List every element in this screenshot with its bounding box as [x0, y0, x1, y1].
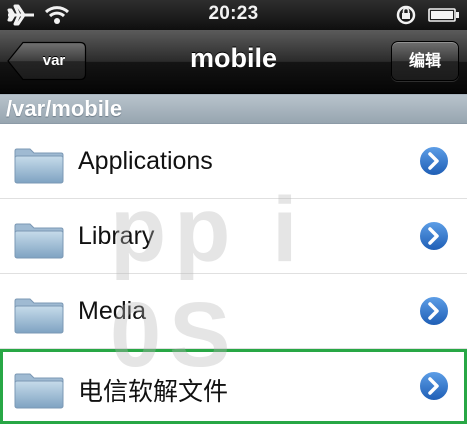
list-item[interactable]: Media	[0, 274, 467, 349]
list-item-label: 电信软解文件	[78, 378, 229, 406]
path-header: /var/mobile	[0, 94, 467, 124]
navigation-bar: var mobile 编辑	[0, 30, 467, 94]
status-bar: 20:23	[0, 0, 467, 30]
rotation-lock-icon	[395, 4, 419, 31]
list-item-highlighted[interactable]: 电信软解文件	[0, 349, 467, 424]
folder-icon	[14, 221, 64, 264]
edit-button[interactable]: 编辑	[391, 41, 459, 81]
list-item[interactable]: Applications	[0, 124, 467, 199]
list-item-label: Applications	[78, 147, 213, 175]
battery-icon	[428, 8, 459, 22]
list-item-label: Media	[78, 297, 147, 325]
disclosure-button-icon[interactable]	[417, 369, 451, 408]
list-item[interactable]: Library	[0, 199, 467, 274]
file-list: Applications Library Media 电信软解文件	[0, 124, 467, 424]
disclosure-button-icon[interactable]	[417, 144, 451, 183]
disclosure-button-icon[interactable]	[417, 294, 451, 333]
folder-icon	[14, 296, 64, 339]
disclosure-button-icon[interactable]	[417, 219, 451, 258]
list-item-label: Library	[78, 222, 155, 250]
folder-icon	[14, 371, 64, 414]
folder-icon	[14, 146, 64, 189]
current-path: /var/mobile	[6, 96, 123, 121]
